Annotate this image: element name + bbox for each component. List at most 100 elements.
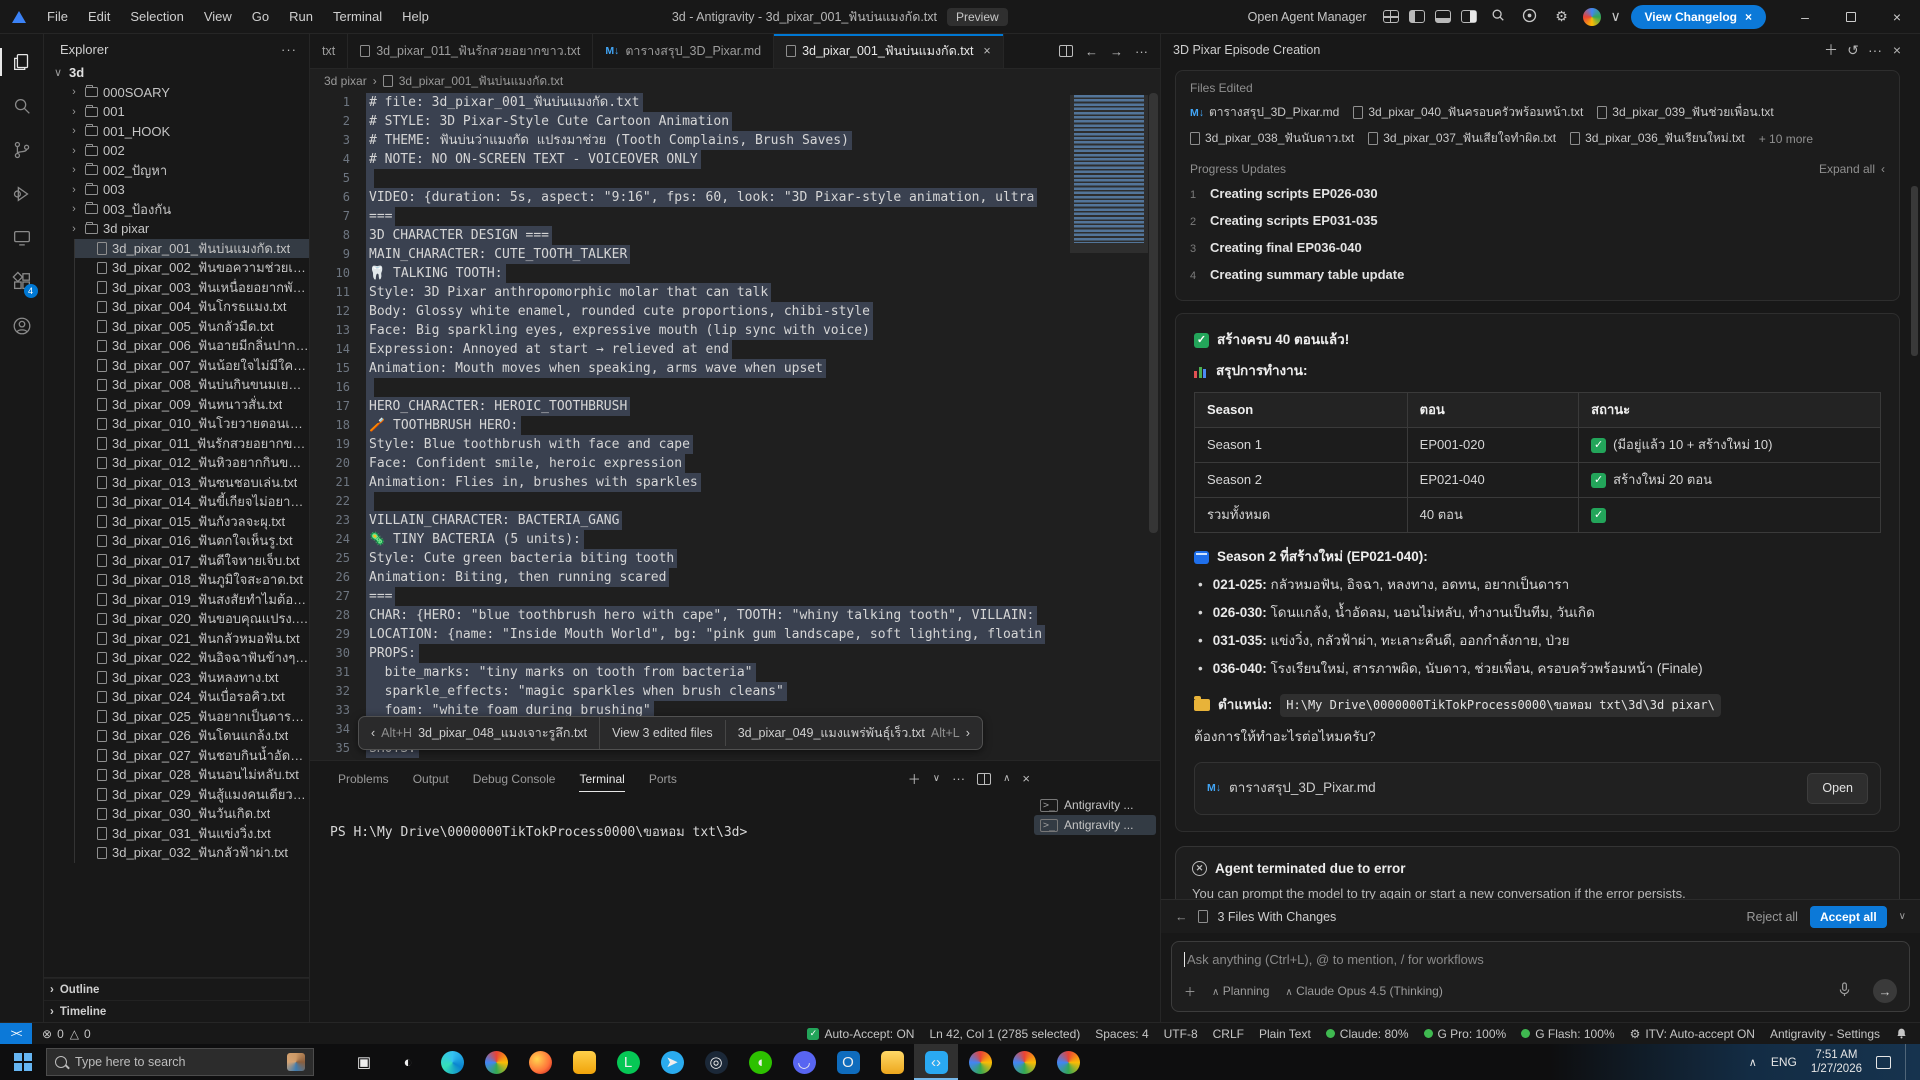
- search-sidebar-icon[interactable]: [0, 84, 44, 128]
- editor-tab[interactable]: M↓ txt ×: [310, 34, 348, 68]
- taskbar-clock[interactable]: 7:51 AM1/27/2026: [1811, 1048, 1862, 1077]
- close-agent-panel-icon[interactable]: ×: [1886, 42, 1908, 58]
- agent-input-box[interactable]: Ask anything (Ctrl+L), @ to mention, / f…: [1171, 941, 1910, 1012]
- edited-file-chip[interactable]: M↓ ตารางสรุป_3D_Pixar.md: [1190, 103, 1339, 122]
- folder-item[interactable]: › 3d pixar: [44, 219, 309, 239]
- vscode-icon[interactable]: ‹›: [914, 1044, 958, 1080]
- file-item[interactable]: 3d_pixar_026_ฟันโดนแกล้ง.txt: [75, 726, 309, 746]
- status-itv-auto-accept[interactable]: ✓ ⚙ ITV: Auto-accept ON: [1630, 1027, 1755, 1041]
- status-auto-accept[interactable]: ✓ ⚙ Auto-Accept: ON: [807, 1027, 914, 1041]
- search-icon[interactable]: [1487, 8, 1509, 25]
- tray-chevron-up-icon[interactable]: ∧: [1749, 1056, 1757, 1069]
- new-conversation-icon[interactable]: ＋: [1820, 40, 1842, 60]
- close-panel-icon[interactable]: ×: [1022, 771, 1030, 786]
- menu-item[interactable]: Help: [393, 5, 438, 28]
- new-terminal-icon[interactable]: ＋: [908, 769, 921, 788]
- restore-button[interactable]: [1828, 0, 1874, 34]
- maximize-panel-icon[interactable]: ∧: [1003, 773, 1010, 784]
- source-control-icon[interactable]: [0, 128, 44, 172]
- status-language-mode[interactable]: ✓ ⚙ Plain Text: [1259, 1027, 1311, 1041]
- progress-item[interactable]: 1 Creating scripts EP026-030: [1190, 180, 1885, 207]
- settings-gear-icon[interactable]: ⚙: [1551, 8, 1573, 25]
- file-item[interactable]: 3d_pixar_014_ฟันขี้เกียจไม่อยากแปล...: [75, 492, 309, 512]
- account-profile-icon[interactable]: [0, 304, 44, 348]
- split-editor-icon[interactable]: [1059, 45, 1073, 57]
- agent-scroll-area[interactable]: Files Edited M↓ ตารางสรุป_3D_Pixar.md: [1161, 66, 1920, 899]
- progress-item[interactable]: 2 Creating scripts EP031-035: [1190, 207, 1885, 234]
- show-desktop-button[interactable]: [1905, 1044, 1910, 1080]
- workspace-root[interactable]: ∨ 3d: [44, 63, 309, 83]
- sidebar-section[interactable]: › Timeline: [44, 1000, 309, 1022]
- status-encoding[interactable]: ✓ ⚙ UTF-8: [1164, 1027, 1198, 1041]
- send-button[interactable]: →: [1873, 979, 1897, 1003]
- accept-all-button[interactable]: Accept all: [1810, 906, 1887, 928]
- folder-item[interactable]: › 001: [44, 102, 309, 122]
- language-indicator[interactable]: ENG: [1771, 1055, 1797, 1069]
- file-item[interactable]: 3d_pixar_018_ฟันภูมิใจสะอาด.txt: [75, 570, 309, 590]
- chrome-icon-2[interactable]: [1002, 1044, 1046, 1080]
- file-item[interactable]: 3d_pixar_030_ฟันวันเกิด.txt: [75, 804, 309, 824]
- outlook-icon[interactable]: O: [826, 1044, 870, 1080]
- terminal-dropdown-icon[interactable]: ∨: [933, 773, 940, 784]
- folder-item[interactable]: › 001_HOOK: [44, 122, 309, 142]
- menu-item[interactable]: Run: [280, 5, 322, 28]
- extensions-icon[interactable]: 4: [0, 260, 44, 304]
- microphone-icon[interactable]: [1838, 982, 1851, 1000]
- menu-item[interactable]: File: [38, 5, 77, 28]
- file-item[interactable]: 3d_pixar_029_ฟันสู้แมงคนเดียว.txt: [75, 785, 309, 805]
- account-avatar[interactable]: [1583, 8, 1601, 26]
- file-item[interactable]: 3d_pixar_009_ฟันหนาวสั่น.txt: [75, 395, 309, 415]
- edge-icon[interactable]: [430, 1044, 474, 1080]
- editor-tab[interactable]: M↓ 3d_pixar_001_ฟันบ่นแมงกัด.txt ×: [774, 34, 1004, 68]
- progress-item[interactable]: 3 Creating final EP036-040: [1190, 234, 1885, 261]
- file-item[interactable]: 3d_pixar_001_ฟันบ่นแมงกัด.txt: [75, 239, 309, 259]
- file-explorer-icon[interactable]: [870, 1044, 914, 1080]
- problems-warnings[interactable]: △ 0: [70, 1027, 91, 1041]
- status-gflash-quota[interactable]: ✓ ⚙ G Flash: 100%: [1521, 1027, 1614, 1041]
- folder-item[interactable]: › 002: [44, 141, 309, 161]
- firefox-icon[interactable]: [518, 1044, 562, 1080]
- file-item[interactable]: 3d_pixar_032_ฟันกลัวฟ้าผ่า.txt: [75, 843, 309, 863]
- file-item[interactable]: 3d_pixar_008_ฟันบ่นกินขนมเยอะ.txt: [75, 375, 309, 395]
- status-cursor-position[interactable]: ✓ ⚙ Ln 42, Col 1 (2785 selected): [929, 1027, 1080, 1041]
- line-app-icon[interactable]: L: [606, 1044, 650, 1080]
- status-antigravity-settings[interactable]: ✓ ⚙ Antigravity - Settings: [1770, 1027, 1880, 1041]
- editor-tab[interactable]: M↓ 3d_pixar_011_ฟันรักสวยอยากขาว.txt ×: [348, 34, 593, 68]
- editor-scrollbar[interactable]: [1149, 93, 1158, 533]
- preview-badge[interactable]: Preview: [947, 8, 1008, 26]
- edited-file-chip[interactable]: M↓ 3d_pixar_037_ฟันเสียใจทำผิด.txt: [1368, 129, 1556, 148]
- file-item[interactable]: 3d_pixar_002_ฟันขอความช่วยเหล...: [75, 258, 309, 278]
- code-editor[interactable]: 1# file: 3d_pixar_001_ฟันบ่นแมงกัด.txt 2…: [310, 93, 1160, 760]
- edited-file-chip[interactable]: M↓ 3d_pixar_038_ฟันนับดาว.txt: [1190, 129, 1354, 148]
- editor-more-actions-icon[interactable]: ···: [1135, 44, 1148, 59]
- toggle-primary-sidebar-icon[interactable]: [1409, 10, 1425, 23]
- browser-compass-icon[interactable]: [1519, 8, 1541, 26]
- file-item[interactable]: 3d_pixar_019_ฟันสงสัยทำไมต้อง...: [75, 590, 309, 610]
- account-chevron-down-icon[interactable]: ∨: [1611, 8, 1621, 25]
- close-tab-icon[interactable]: ×: [983, 44, 990, 58]
- navigate-back-icon[interactable]: ←: [1085, 44, 1098, 59]
- file-item[interactable]: 3d_pixar_022_ฟันอิจฉาฟันข้างๆ.txt: [75, 648, 309, 668]
- file-item[interactable]: 3d_pixar_004_ฟันโกรธแมง.txt: [75, 297, 309, 317]
- status-gpro-quota[interactable]: ✓ ⚙ G Pro: 100%: [1424, 1027, 1507, 1041]
- folder-item[interactable]: › 003_ป้องกัน: [44, 200, 309, 220]
- wechat-icon[interactable]: ◖: [738, 1044, 782, 1080]
- file-item[interactable]: 3d_pixar_013_ฟันซนชอบเล่น.txt: [75, 473, 309, 493]
- menu-item[interactable]: Terminal: [324, 5, 391, 28]
- open-agent-manager-button[interactable]: Open Agent Manager: [1242, 7, 1373, 27]
- mode-selector[interactable]: ∧ Planning: [1212, 984, 1269, 998]
- editor-tab[interactable]: M↓ ตารางสรุป_3D_Pixar.md ×: [593, 34, 774, 68]
- summary-file-card[interactable]: M↓ ตารางสรุป_3D_Pixar.md Open: [1194, 762, 1881, 815]
- edited-file-chip[interactable]: M↓ 3d_pixar_039_ฟันช่วยเพื่อน.txt: [1597, 103, 1773, 122]
- toggle-panel-icon[interactable]: [1435, 10, 1451, 23]
- file-item[interactable]: 3d_pixar_025_ฟันอยากเป็นดารา.txt: [75, 707, 309, 727]
- changes-chevron-down-icon[interactable]: ∨: [1899, 911, 1906, 922]
- menu-item[interactable]: Selection: [121, 5, 192, 28]
- file-item[interactable]: 3d_pixar_031_ฟันแข่งวิ่ง.txt: [75, 824, 309, 844]
- navigate-forward-icon[interactable]: →: [1110, 44, 1123, 59]
- next-edited-file-button[interactable]: 3d_pixar_049_แมงแพร่พันธุ์เร็ว.txt Alt+L…: [726, 717, 982, 749]
- customize-layout-icon[interactable]: [1383, 10, 1399, 23]
- open-file-button[interactable]: Open: [1807, 773, 1868, 804]
- discord-icon[interactable]: ◡: [782, 1044, 826, 1080]
- terminal-output[interactable]: PS H:\My Drive\0000000TikTokProcess0000\…: [330, 821, 747, 842]
